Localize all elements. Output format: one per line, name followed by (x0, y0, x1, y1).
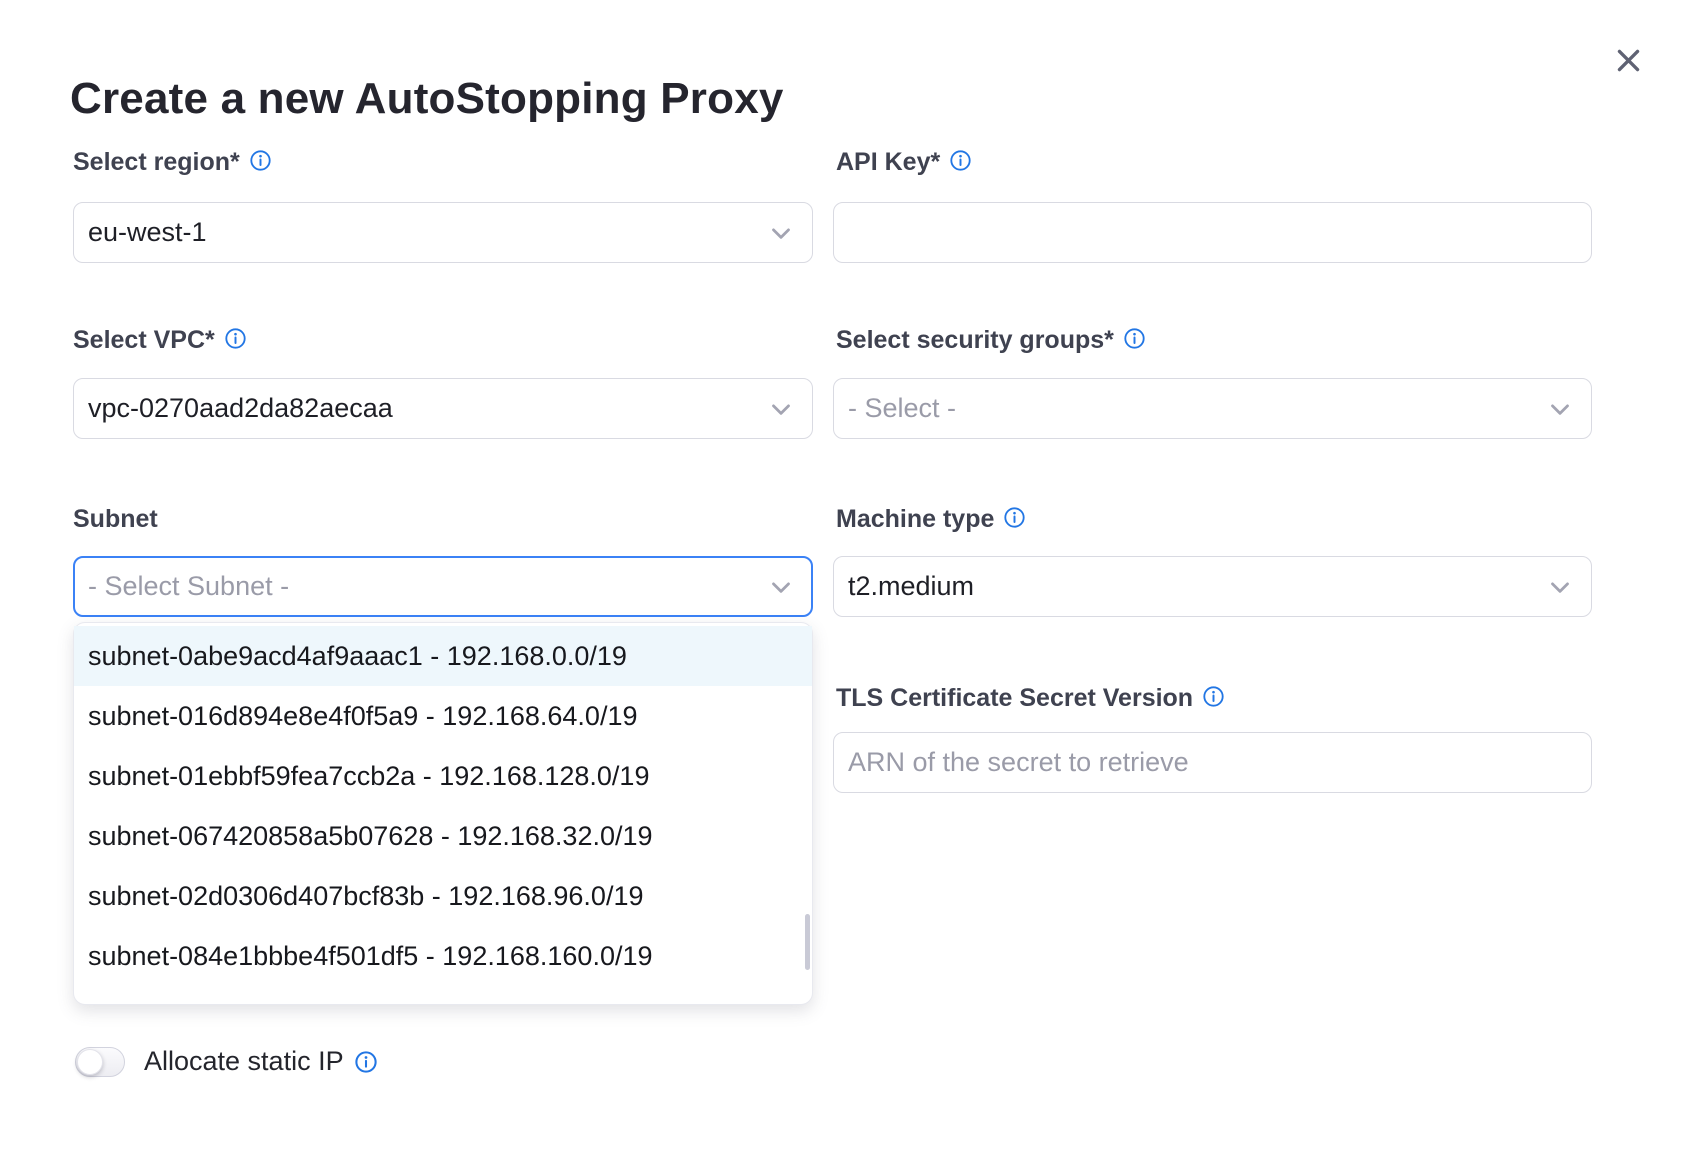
info-icon[interactable] (355, 1051, 377, 1073)
chevron-down-icon (766, 394, 796, 424)
machine-type-label: Machine type (836, 505, 1025, 535)
tls-secret-version-label: TLS Certificate Secret Version (836, 684, 1224, 714)
subnet-option[interactable]: subnet-0abe9acd4af9aaac1 - 192.168.0.0/1… (74, 626, 812, 686)
info-icon[interactable] (1124, 327, 1145, 356)
toggle-knob (77, 1049, 103, 1075)
chevron-down-icon (1545, 394, 1575, 424)
subnet-option[interactable]: subnet-084e1bbbe4f501df5 - 192.168.160.0… (74, 926, 812, 986)
page-title: Create a new AutoStopping Proxy (70, 74, 784, 124)
subnet-option[interactable]: subnet-067420858a5b07628 - 192.168.32.0/… (74, 806, 812, 866)
vpc-select[interactable]: vpc-0270aad2da82aecaa (73, 378, 813, 439)
chevron-down-icon (1545, 572, 1575, 602)
vpc-label: Select VPC* (73, 326, 246, 356)
subnet-option[interactable]: subnet-01ebbf59fea7ccb2a - 192.168.128.0… (74, 746, 812, 806)
machine-type-select[interactable]: t2.medium (833, 556, 1592, 617)
close-icon (1613, 45, 1644, 76)
region-select-value: eu-west-1 (88, 217, 207, 248)
machine-type-select-value: t2.medium (848, 571, 974, 602)
region-select[interactable]: eu-west-1 (73, 202, 813, 263)
chevron-down-icon (766, 218, 796, 248)
subnet-option[interactable]: subnet-02d0306d407bcf83b - 192.168.96.0/… (74, 866, 812, 926)
close-button[interactable] (1608, 40, 1648, 80)
region-label: Select region* (73, 148, 271, 178)
info-icon[interactable] (1203, 685, 1224, 714)
security-groups-label: Select security groups* (836, 326, 1145, 356)
info-icon[interactable] (1004, 506, 1025, 535)
info-icon[interactable] (225, 327, 246, 356)
api-key-label: API Key* (836, 148, 971, 178)
security-groups-select[interactable]: - Select - (833, 378, 1592, 439)
subnet-dropdown-menu: subnet-0abe9acd4af9aaac1 - 192.168.0.0/1… (73, 622, 813, 1005)
tls-secret-version-input[interactable] (833, 732, 1592, 793)
subnet-option[interactable]: subnet-016d894e8e4f0f5a9 - 192.168.64.0/… (74, 686, 812, 746)
allocate-static-ip-label: Allocate static IP (144, 1046, 377, 1077)
security-groups-placeholder: - Select - (848, 393, 956, 424)
api-key-input[interactable] (833, 202, 1592, 263)
chevron-down-icon (766, 572, 796, 602)
subnet-select-placeholder: - Select Subnet - (88, 571, 289, 602)
info-icon[interactable] (250, 149, 271, 178)
info-icon[interactable] (950, 149, 971, 178)
scrollbar-thumb[interactable] (805, 914, 810, 970)
subnet-select[interactable]: - Select Subnet - (73, 556, 813, 617)
vpc-select-value: vpc-0270aad2da82aecaa (88, 393, 393, 424)
allocate-static-ip-toggle[interactable] (75, 1047, 125, 1077)
subnet-label: Subnet (73, 505, 158, 534)
